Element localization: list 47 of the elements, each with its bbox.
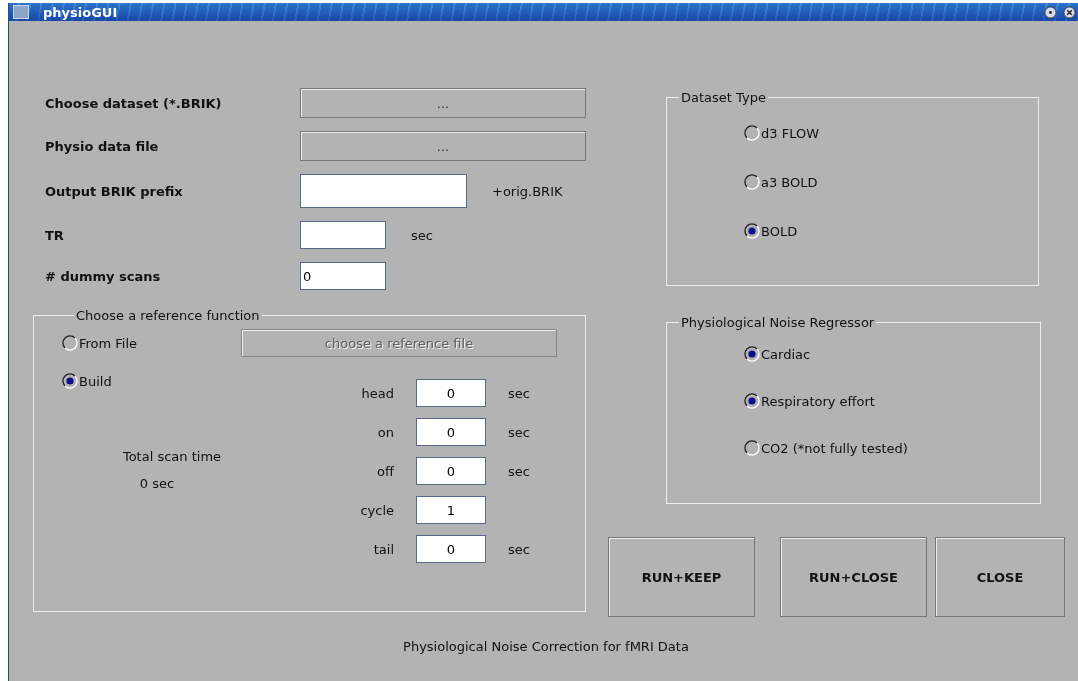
close-icon[interactable] <box>1063 5 1076 19</box>
param-label: off <box>377 463 396 479</box>
total-label: Total scan time <box>122 449 222 464</box>
param-field[interactable]: 0 <box>416 457 486 485</box>
window-title: physioGUI <box>43 4 118 20</box>
param-field[interactable]: 0 <box>416 535 486 563</box>
text-field[interactable] <box>300 174 467 208</box>
unit-label: sec <box>507 385 531 401</box>
param-label: head <box>361 385 395 401</box>
radio-option[interactable]: Cardiac <box>744 346 1040 362</box>
unit-label: sec <box>507 541 531 557</box>
radio-option[interactable]: d3 FLOW <box>744 125 1038 141</box>
radio-option[interactable]: a3 BOLD <box>744 174 1038 190</box>
radio-option[interactable]: Respiratory effort <box>744 393 1040 409</box>
action-button[interactable]: CLOSE <box>935 537 1065 617</box>
radio-option[interactable]: CO2 (*not fully tested) <box>744 440 1040 456</box>
browse-button[interactable]: ... <box>300 88 586 118</box>
browse-button[interactable]: ... <box>300 131 586 161</box>
unit-label: sec <box>507 463 531 479</box>
field-label: Choose dataset (*.BRIK) <box>45 95 223 111</box>
radio-option[interactable]: Build <box>62 373 322 389</box>
action-button[interactable]: RUN+KEEP <box>608 537 755 617</box>
param-field[interactable]: 1 <box>416 496 486 524</box>
action-button[interactable]: RUN+CLOSE <box>780 537 927 617</box>
param-label: tail <box>373 541 395 557</box>
status-text: Physiological Noise Correction for fMRI Data <box>402 639 690 654</box>
group-title: Physiological Noise Regressor <box>680 315 876 330</box>
radio-option[interactable]: BOLD <box>744 223 1038 239</box>
field-label: # dummy scans <box>45 268 162 284</box>
unit-label: +orig.BRIK <box>492 183 563 199</box>
unit-label: sec <box>411 227 433 243</box>
text-field[interactable]: 0 <box>300 262 386 290</box>
total-value: 0 sec <box>139 476 175 491</box>
field-label: Physio data file <box>45 138 160 154</box>
param-label: on <box>377 424 395 440</box>
field-label: Output BRIK prefix <box>45 183 184 199</box>
radio-option[interactable]: From File <box>62 335 138 351</box>
param-field[interactable]: 0 <box>416 418 486 446</box>
unit-label: sec <box>507 424 531 440</box>
param-field[interactable]: 0 <box>416 379 486 407</box>
group-title: Dataset Type <box>680 90 767 105</box>
group-title: Choose a reference function <box>75 308 261 323</box>
param-label: cycle <box>360 502 395 518</box>
minimize-icon[interactable] <box>1044 5 1057 19</box>
window-icon <box>13 5 29 19</box>
field-label: TR <box>45 227 65 243</box>
text-field[interactable] <box>300 221 386 249</box>
